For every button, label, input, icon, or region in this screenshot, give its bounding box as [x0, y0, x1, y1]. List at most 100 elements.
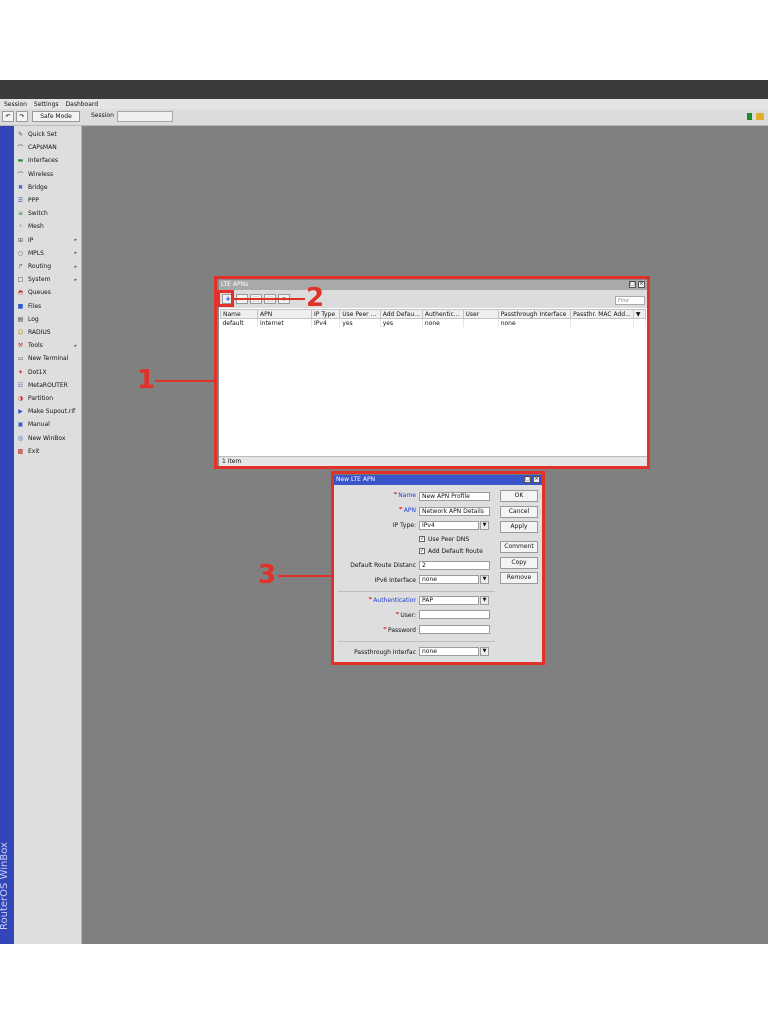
log-icon: ▤ [17, 315, 24, 323]
sidebar-item-label: Bridge [28, 183, 48, 191]
sidebar-item-new-winbox[interactable]: ◎ New WinBox [14, 432, 81, 445]
sidebar-item-label: Queues [28, 289, 51, 297]
sidebar-item-label: Interfaces [28, 157, 58, 165]
sidebar-item-label: Make Supout.rif [28, 408, 76, 416]
window-title-bar [0, 80, 768, 99]
menu-dashboard[interactable]: Dashboard [66, 101, 99, 108]
callout-number-1: 1 [137, 365, 156, 395]
metarouter-icon: ☷ [17, 381, 24, 389]
session-label: Session [91, 112, 114, 119]
sidebar-item-label: IP [28, 236, 34, 244]
sidebar-item-switch[interactable]: ≡ Switch [14, 207, 81, 220]
sidebar-menu: ✎ Quick Set ⌒ CAPsMAN ▬ Interfaces ⌒ Wireless ✖ B… [14, 126, 82, 944]
sidebar-item-new-terminal[interactable]: ▭ New Terminal [14, 352, 81, 365]
submenu-arrow-icon: ▸ [74, 263, 77, 270]
sidebar-item-wireless[interactable]: ⌒ Wireless [14, 168, 81, 181]
sidebar-item-label: Partition [28, 395, 54, 402]
sidebar-item-radius[interactable]: ☺ RADIUS [14, 326, 81, 339]
sidebar-item-ppp[interactable]: ☰ PPP [14, 194, 81, 207]
sidebar-item-mesh[interactable]: ⁘ Mesh [14, 220, 81, 233]
redo-icon[interactable]: ↷ [16, 111, 28, 122]
sidebar-item-label: MPLS [28, 249, 44, 257]
highlight-box-add-button [217, 290, 234, 307]
terminal-icon: ▭ [17, 355, 24, 363]
main-toolbar: ↶ ↷ Safe Mode Session [0, 109, 768, 126]
lock-icon [756, 113, 764, 120]
sidebar-item-label: PPP [28, 197, 39, 204]
switch-icon: ≡ [17, 210, 24, 218]
sidebar-item-log[interactable]: ▤ Log [14, 313, 81, 326]
session-field[interactable] [117, 111, 173, 122]
sidebar-item-label: Log [28, 315, 39, 323]
sidebar-item-label: Tools [28, 342, 43, 350]
manual-icon: ▣ [17, 421, 24, 429]
callout-line-1 [155, 380, 215, 382]
sidebar-item-partition[interactable]: ◑ Partition [14, 392, 81, 405]
sidebar-item-label: RADIUS [28, 329, 51, 336]
sidebar-item-interfaces[interactable]: ▬ Interfaces [14, 154, 81, 167]
callout-line-2 [233, 298, 305, 300]
highlight-box-lte-window [214, 276, 650, 469]
sidebar-item-quick-set[interactable]: ✎ Quick Set [14, 128, 81, 141]
sidebar-item-manual[interactable]: ▣ Manual [14, 418, 81, 431]
sidebar-item-make-supout-rif[interactable]: ▶ Make Supout.rif [14, 405, 81, 418]
callout-number-2: 2 [306, 283, 325, 313]
ip-icon: ⊞ [17, 236, 24, 244]
folder-icon: ■ [17, 302, 24, 310]
sidebar-item-tools[interactable]: ⚒ Tools ▸ [14, 339, 81, 352]
sidebar-item-system[interactable]: □ System ▸ [14, 273, 81, 286]
sidebar-item-label: Wireless [28, 170, 54, 178]
sidebar-item-exit[interactable]: ▩ Exit [14, 445, 81, 458]
menu-session[interactable]: Session [4, 101, 27, 108]
partition-icon: ◑ [17, 395, 24, 402]
sidebar-item-label: Dot1X [28, 368, 47, 376]
callout-line-3 [278, 575, 332, 577]
sidebar-item-label: Exit [28, 447, 40, 455]
sidebar-item-capsman[interactable]: ⌒ CAPsMAN [14, 141, 81, 154]
brand-text: RouterOS WinBox [0, 842, 10, 930]
winbox-icon: ◎ [17, 434, 24, 442]
interface-icon: ▬ [17, 157, 24, 165]
exit-icon: ▩ [17, 447, 24, 455]
sidebar-item-label: CAPsMAN [28, 144, 57, 152]
sidebar-item-metarouter[interactable]: ☷ MetaROUTER [14, 379, 81, 392]
wand-icon: ✎ [17, 131, 24, 138]
menu-settings[interactable]: Settings [34, 101, 59, 108]
sidebar-item-queues[interactable]: ◓ Queues [14, 286, 81, 299]
system-icon: □ [17, 276, 24, 284]
tools-icon: ⚒ [17, 342, 24, 350]
supout-icon: ▶ [18, 408, 23, 416]
users-icon: ☺ [17, 329, 24, 336]
queues-icon: ◓ [17, 289, 24, 297]
sidebar-item-label: MetaROUTER [28, 381, 68, 389]
mpls-icon: ○ [17, 249, 24, 257]
sidebar-item-label: Routing [28, 263, 52, 270]
submenu-arrow-icon: ▸ [74, 250, 77, 257]
status-green-icon [747, 113, 752, 120]
dot1x-icon: ✦ [17, 368, 24, 376]
sidebar-item-files[interactable]: ■ Files [14, 300, 81, 313]
sidebar-item-label: Files [28, 302, 42, 310]
submenu-arrow-icon: ▸ [74, 276, 77, 283]
sidebar-item-label: Mesh [28, 223, 44, 231]
wifi-icon: ⌒ [17, 145, 24, 153]
bridge-icon: ✖ [17, 183, 24, 191]
sidebar-item-dot1x[interactable]: ✦ Dot1X [14, 366, 81, 379]
sidebar-item-routing[interactable]: ↱ Routing ▸ [14, 260, 81, 273]
highlight-box-dialog [331, 471, 545, 665]
routing-icon: ↱ [17, 263, 24, 270]
sidebar-item-mpls[interactable]: ○ MPLS ▸ [14, 247, 81, 260]
sidebar-item-ip[interactable]: ⊞ IP ▸ [14, 234, 81, 247]
sidebar-item-label: Quick Set [28, 131, 57, 138]
sidebar-item-bridge[interactable]: ✖ Bridge [14, 181, 81, 194]
safe-mode-button[interactable]: Safe Mode [32, 111, 80, 122]
sidebar-item-label: Switch [28, 210, 48, 218]
undo-icon[interactable]: ↶ [2, 111, 14, 122]
submenu-arrow-icon: ▸ [74, 237, 77, 244]
wifi-icon: ⌒ [17, 171, 24, 179]
sidebar-item-label: Manual [28, 421, 50, 429]
ppp-icon: ☰ [17, 197, 24, 204]
sidebar-item-label: System [28, 276, 51, 284]
menu-bar: Session Settings Dashboard [0, 99, 768, 109]
submenu-arrow-icon: ▸ [74, 342, 77, 349]
